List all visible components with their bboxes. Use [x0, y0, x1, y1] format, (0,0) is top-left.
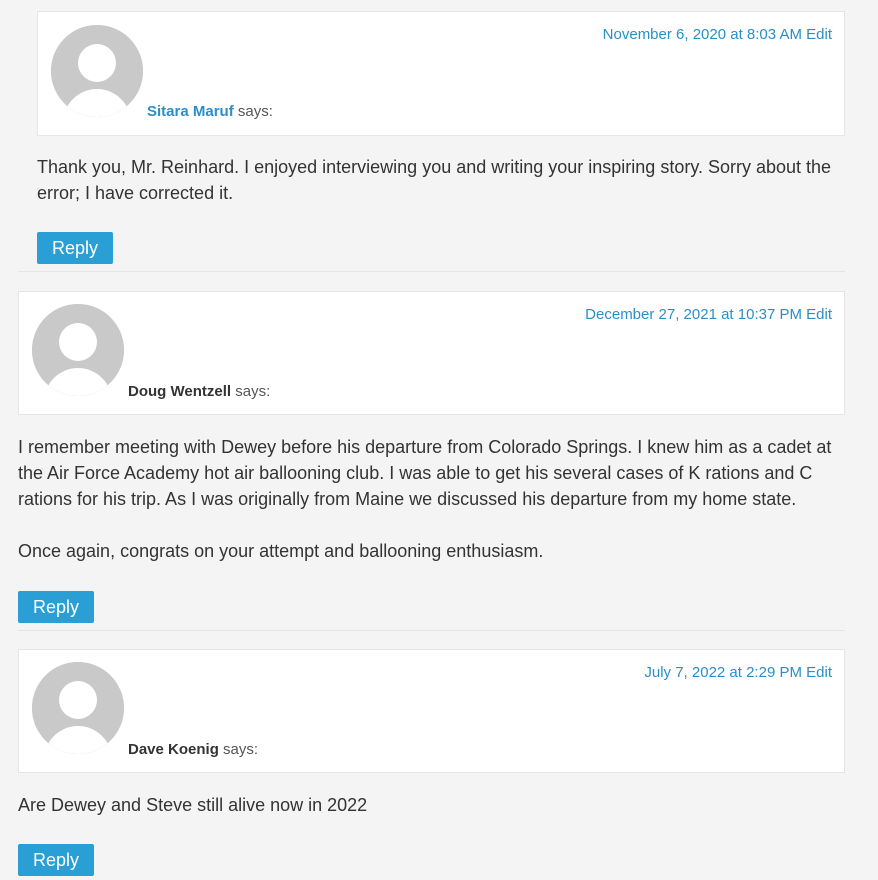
comment-dave-koenig: July 7, 2022 at 2:29 PM Edit Dave Koenig… [0, 0, 878, 880]
comment-meta-box: July 7, 2022 at 2:29 PM Edit Dave Koenig… [18, 649, 845, 773]
edit-link[interactable]: Edit [806, 664, 832, 681]
comment-text: Are Dewey and Steve still alive now in 2… [18, 795, 368, 815]
default-avatar-icon [32, 662, 124, 754]
comment-date-link[interactable]: July 7, 2022 at 2:29 PM [644, 664, 802, 681]
reply-button[interactable]: Reply [18, 844, 95, 876]
says-label: says: [223, 741, 259, 758]
author-line: Dave Koenig says: [128, 741, 258, 758]
comment-date: July 7, 2022 at 2:29 PM Edit [644, 664, 832, 681]
avatar [32, 662, 124, 754]
author-name: Dave Koenig [128, 741, 219, 758]
